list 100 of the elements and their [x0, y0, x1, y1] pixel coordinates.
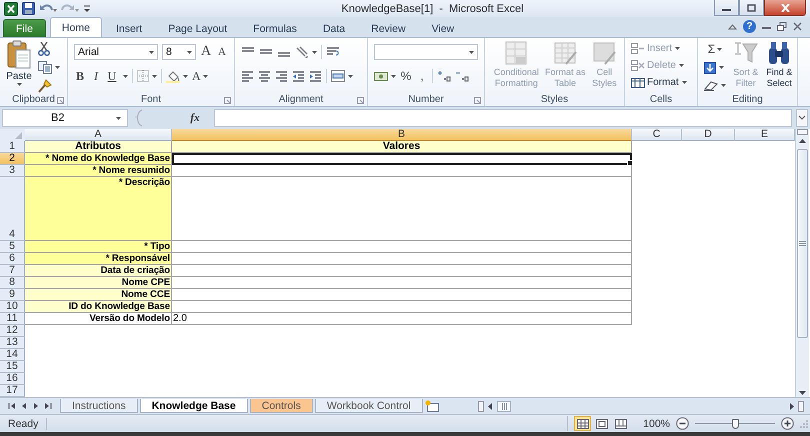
save-icon[interactable]	[22, 2, 35, 15]
table-cell[interactable]: Nome CCE	[25, 289, 172, 301]
shrink-font-button[interactable]: A	[216, 44, 228, 60]
table-cell[interactable]: Atributos	[25, 141, 172, 153]
row-header[interactable]: 9	[0, 289, 25, 301]
row-header[interactable]: 10	[0, 301, 25, 313]
split-handle-icon[interactable]	[797, 129, 808, 135]
minimize-button[interactable]	[714, 0, 739, 16]
bold-button[interactable]: B	[74, 68, 86, 84]
fill-button[interactable]	[704, 60, 726, 75]
fill-color-button[interactable]	[166, 68, 188, 84]
view-button[interactable]	[612, 416, 630, 431]
table-cell[interactable]: * Nome resumido	[25, 165, 172, 177]
zoom-level[interactable]: 100%	[643, 418, 670, 430]
orientation-button[interactable]	[295, 44, 317, 60]
dialog-launcher-icon[interactable]	[357, 97, 364, 104]
table-cell[interactable]: Versão do Modelo	[25, 313, 172, 325]
table-cell[interactable]: Valores	[172, 141, 632, 153]
sheet-tab[interactable]: Instructions	[60, 399, 138, 413]
file-tab[interactable]: File	[3, 19, 46, 37]
wrap-text-icon[interactable]	[326, 46, 340, 58]
ribbon-tab[interactable]: Formulas	[241, 19, 309, 37]
italic-button[interactable]: I	[90, 68, 102, 84]
first-sheet-icon[interactable]	[8, 402, 16, 410]
table-cell[interactable]: * Nome do Knowledge Base	[25, 153, 172, 165]
column-header[interactable]: D	[682, 129, 735, 141]
row-header[interactable]: 15	[0, 361, 25, 373]
active-cell[interactable]	[172, 153, 632, 165]
close-button[interactable]	[764, 0, 806, 16]
previous-sheet-icon[interactable]	[20, 402, 28, 410]
decrease-decimal-icon[interactable]	[455, 70, 469, 82]
column-header[interactable]: E	[735, 129, 795, 141]
split-handle-icon[interactable]	[478, 400, 484, 412]
scroll-left-icon[interactable]	[486, 400, 495, 412]
grow-font-button[interactable]: A	[200, 44, 212, 60]
scroll-up-icon[interactable]	[797, 137, 808, 146]
ribbon-tab[interactable]: Home	[50, 17, 102, 37]
insert-sheet-icon[interactable]	[424, 400, 441, 412]
table-cell[interactable]	[172, 301, 632, 313]
font-size-field[interactable]: 8	[162, 44, 196, 60]
view-button[interactable]	[593, 416, 610, 431]
paste-button[interactable]: Paste	[6, 40, 32, 93]
align-left-icon[interactable]	[241, 70, 254, 82]
split-handle-icon[interactable]	[798, 400, 804, 412]
formula-input[interactable]	[214, 109, 792, 127]
increase-decimal-icon[interactable]	[437, 70, 451, 82]
table-cell[interactable]	[172, 265, 632, 277]
percent-button[interactable]: %	[400, 68, 412, 84]
column-header[interactable]: A	[25, 129, 172, 141]
view-button[interactable]	[574, 416, 592, 431]
table-cell[interactable]: Nome CPE	[25, 277, 172, 289]
column-header[interactable]: C	[632, 129, 682, 141]
vertical-scrollbar[interactable]	[795, 129, 809, 397]
restore-icon[interactable]	[777, 22, 787, 31]
ribbon-tab[interactable]: Page Layout	[156, 19, 240, 37]
zoom-in-icon[interactable]	[781, 417, 794, 430]
column-header[interactable]: B	[172, 129, 632, 141]
ribbon-tab[interactable]: View	[420, 19, 466, 37]
table-cell[interactable]: Data de criação	[25, 265, 172, 277]
autosum-button[interactable]: Σ	[704, 42, 726, 57]
ribbon-tab[interactable]: Review	[359, 19, 418, 37]
font-name-field[interactable]: Arial	[74, 44, 158, 60]
comma-button[interactable]: ,	[416, 68, 428, 84]
last-sheet-icon[interactable]	[44, 402, 52, 410]
row-header[interactable]: 11	[0, 313, 25, 325]
dialog-launcher-icon[interactable]	[224, 97, 231, 104]
row-header[interactable]: 4	[0, 177, 25, 241]
scroll-thumb[interactable]	[497, 400, 511, 412]
table-cell[interactable]	[172, 277, 632, 289]
ribbon-tab[interactable]: Insert	[104, 19, 154, 37]
row-header[interactable]: 2	[0, 153, 25, 165]
restore-button[interactable]	[739, 0, 764, 16]
row-header[interactable]: 5	[0, 241, 25, 253]
table-cell[interactable]: * Responsável	[25, 253, 172, 265]
decrease-indent-icon[interactable]	[292, 70, 305, 82]
row-header[interactable]: 8	[0, 277, 25, 289]
editing-button[interactable]: Find & Select	[766, 40, 793, 93]
row-header[interactable]: 12	[0, 325, 25, 337]
spreadsheet-icon[interactable]	[4, 2, 18, 16]
ribbon-tab[interactable]: Data	[310, 19, 358, 37]
table-cell[interactable]	[172, 165, 632, 177]
customize-icon[interactable]	[83, 4, 91, 14]
increase-indent-icon[interactable]	[309, 70, 322, 82]
insert-function-button[interactable]: fx	[180, 112, 210, 124]
scissors-icon[interactable]	[38, 42, 50, 56]
sheet-tab[interactable]: Knowledge Base	[140, 399, 248, 413]
row-header[interactable]: 16	[0, 373, 25, 385]
dialog-launcher-icon[interactable]	[474, 97, 481, 104]
table-cell[interactable]	[172, 253, 632, 265]
brush-icon[interactable]	[38, 79, 52, 93]
slider-thumb[interactable]	[732, 418, 739, 428]
name-box[interactable]: B2	[2, 109, 128, 127]
expand-icon[interactable]	[796, 109, 808, 127]
dialog-launcher-icon[interactable]	[57, 97, 64, 104]
row-header[interactable]: 13	[0, 337, 25, 349]
row-header[interactable]: 17	[0, 385, 25, 397]
table-cell[interactable]	[172, 241, 632, 253]
sheet-tab[interactable]: Workbook Control	[314, 399, 423, 413]
close-icon[interactable]	[793, 22, 802, 31]
align-center-icon[interactable]	[258, 70, 271, 82]
